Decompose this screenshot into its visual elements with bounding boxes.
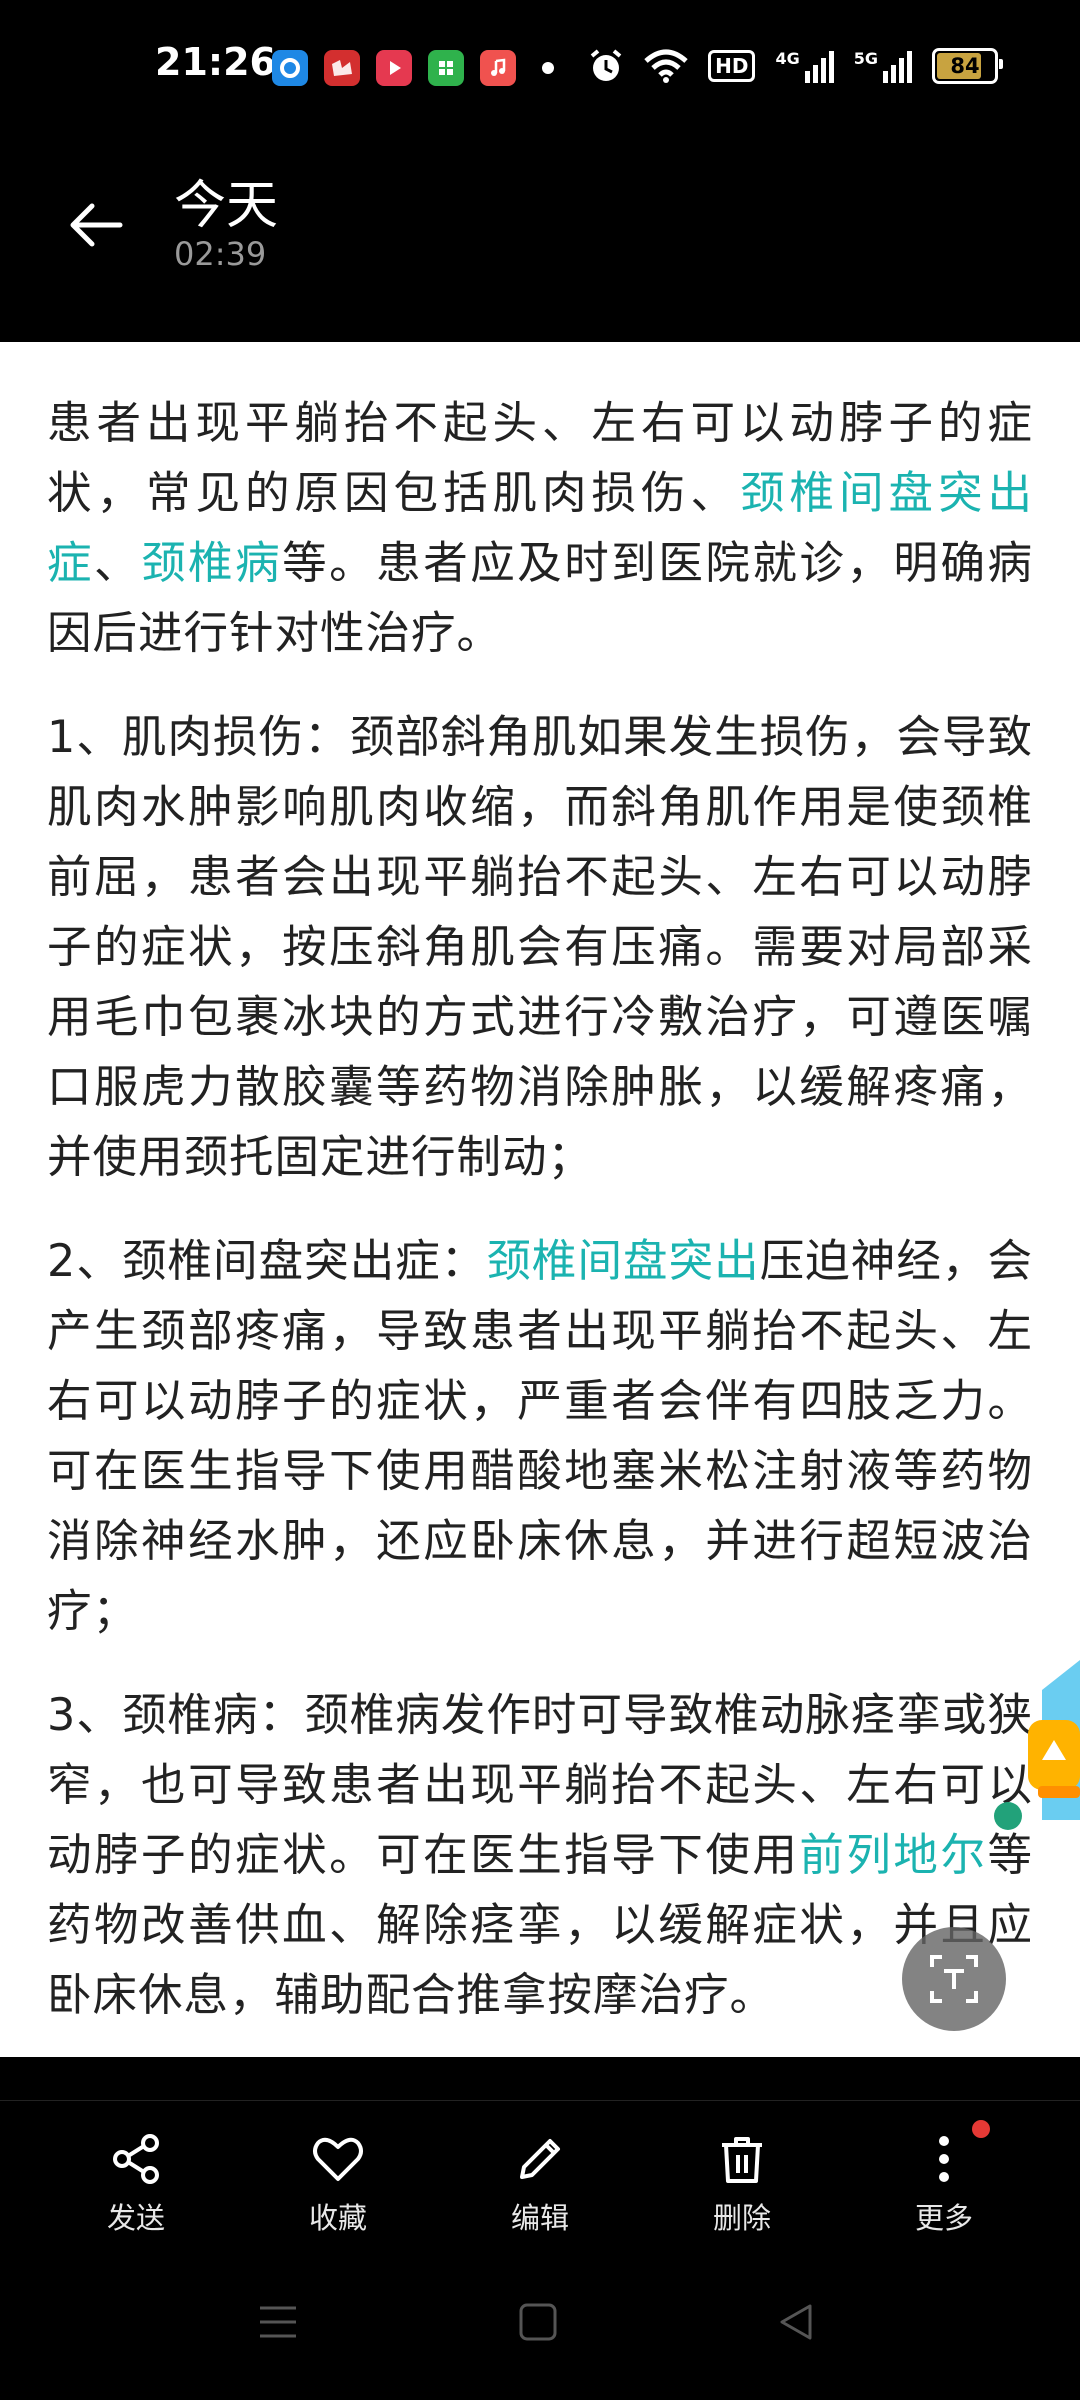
edit-button[interactable]: 编辑 [470, 2131, 610, 2237]
paragraph-intro: 患者出现平躺抬不起头、左右可以动脖子的症状，常见的原因包括肌肉损伤、颈椎间盘突出… [0, 389, 1080, 669]
share-icon [113, 2134, 159, 2184]
more-notifications-dot [542, 62, 554, 74]
edit-label: 编辑 [510, 2201, 569, 2235]
text-segment: 压迫神经，会产生颈部疼痛，导致患者出现平躺抬不起头、左右可以动脖子的症状，严重者… [47, 1236, 1033, 1637]
more-vertical-icon [939, 2136, 949, 2182]
note-content[interactable]: 患者出现平躺抬不起头、左右可以动脖子的症状，常见的原因包括肌肉损伤、颈椎间盘突出… [0, 342, 1080, 2057]
battery-icon: 84 [932, 48, 1003, 84]
music-app-icon [480, 50, 516, 86]
back-arrow-icon[interactable] [62, 190, 132, 260]
app-notification-icon [272, 50, 308, 86]
link-cervical-spondylosis[interactable]: 颈椎病 [141, 538, 282, 589]
favorite-button[interactable]: 收藏 [268, 2131, 408, 2237]
send-button[interactable]: 发送 [66, 2131, 206, 2237]
news-app-icon [324, 50, 360, 86]
delete-label: 删除 [712, 2201, 771, 2235]
alarm-icon [590, 49, 622, 81]
scan-text-icon [930, 1955, 978, 2003]
pencil-icon [520, 2139, 560, 2179]
send-label: 发送 [106, 2201, 165, 2235]
delete-button[interactable]: 删除 [672, 2131, 812, 2237]
favorite-label: 收藏 [308, 2201, 367, 2235]
link-disc-herniation-2[interactable]: 颈椎间盘突出 [486, 1236, 759, 1287]
video-app-icon [376, 50, 412, 86]
hd-badge: HD [708, 50, 756, 82]
text-segment: 、 [94, 538, 142, 589]
note-header: 今天 02:39 [0, 135, 1080, 342]
notification-icons [272, 50, 554, 86]
system-navigation-bar [0, 2250, 1080, 2400]
assistant-badge-icon [994, 1802, 1022, 1830]
more-notification-dot [972, 2120, 990, 2138]
more-label: 更多 [914, 2201, 973, 2235]
status-time: 21:26 [155, 40, 276, 84]
status-bar: 21:26 HD 4G 5G 84 [0, 0, 1080, 135]
trash-icon [722, 2137, 762, 2183]
paragraph-disc-herniation: 2、颈椎间盘突出症：颈椎间盘突出压迫神经，会产生颈部疼痛，导致患者出现平躺抬不起… [0, 1227, 1080, 1647]
bottom-toolbar: 发送 收藏 编辑 删除 更多 [0, 2100, 1080, 2251]
wifi-icon [644, 49, 688, 83]
more-button[interactable]: 更多 [874, 2131, 1014, 2237]
link-alprostadil[interactable]: 前列地尔 [799, 1830, 987, 1881]
note-time: 02:39 [174, 235, 267, 273]
page-title: 今天 [174, 176, 279, 236]
paragraph-muscle-injury: 1、肌肉损伤：颈部斜角肌如果发生损伤，会导致肌肉水肿影响肌肉收缩，而斜角肌作用是… [47, 712, 1033, 1183]
signal-4g-icon: 4G [775, 49, 834, 83]
shopping-app-icon [428, 50, 464, 86]
menu-icon[interactable] [256, 2300, 300, 2344]
text-scan-button[interactable] [902, 1927, 1006, 2031]
battery-level: 84 [950, 54, 980, 78]
assistant-float-icon[interactable] [1012, 1660, 1080, 1820]
back-triangle-icon[interactable] [774, 2300, 818, 2344]
status-indicators: HD 4G 5G 84 [588, 48, 1003, 84]
heart-icon [313, 2137, 363, 2181]
signal-5g-icon: 5G [854, 49, 912, 83]
text-segment: 2、颈椎间盘突出症： [47, 1236, 487, 1287]
home-icon[interactable] [516, 2300, 560, 2344]
